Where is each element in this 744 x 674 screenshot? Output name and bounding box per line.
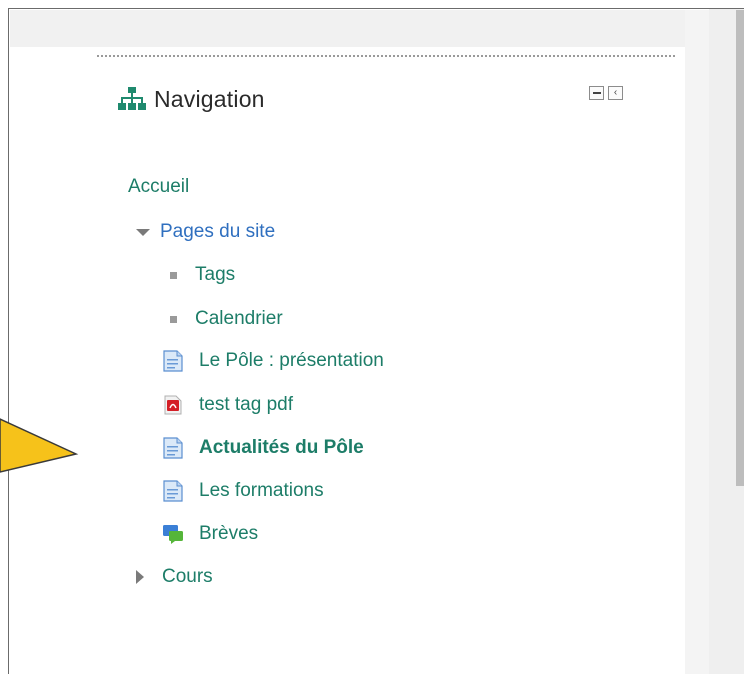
nav-item-label: test tag pdf	[199, 394, 294, 415]
nav-item-les-formations[interactable]: Les formations	[162, 480, 324, 502]
nav-item-label: Tags	[195, 264, 236, 285]
nav-item-pole-presentation[interactable]: Le Pôle : présentation	[162, 350, 384, 372]
right-gutter	[685, 10, 709, 674]
nav-item-label: Brèves	[199, 523, 259, 544]
nav-item-label: Actualités du Pôle	[199, 437, 364, 458]
collapse-block-button[interactable]	[589, 86, 604, 100]
nav-item-site-pages[interactable]: Pages du site	[136, 221, 275, 243]
page-icon	[163, 480, 183, 502]
nav-item-label: Pages du site	[160, 221, 276, 242]
nav-item-home[interactable]: Accueil	[128, 176, 189, 198]
page-icon	[163, 350, 183, 372]
pdf-icon	[164, 395, 182, 415]
top-band	[10, 10, 685, 47]
minus-icon	[592, 92, 601, 94]
nav-item-label: Les formations	[199, 480, 324, 501]
forum-icon	[163, 525, 183, 544]
bullet-icon	[170, 315, 177, 323]
nav-item-label: Le Pôle : présentation	[199, 350, 384, 371]
nav-item-actualites-active[interactable]: Actualités du Pôle	[162, 437, 364, 459]
bullet-icon	[170, 271, 177, 279]
collapsed-triangle-icon[interactable]	[136, 570, 144, 584]
callout-arrow	[0, 418, 79, 473]
nav-item-courses[interactable]: Cours	[136, 566, 213, 588]
block-title: Navigation	[154, 85, 265, 112]
page-icon	[163, 437, 183, 459]
dock-block-button[interactable]: ‹	[608, 86, 623, 100]
block-divider	[97, 55, 675, 57]
nav-item-label: Cours	[162, 566, 213, 587]
block-controls: ‹	[589, 86, 623, 100]
chevron-left-icon: ‹	[613, 87, 618, 98]
scrollbar-thumb[interactable]	[736, 10, 744, 486]
navigation-block-header: Navigation	[118, 81, 265, 117]
sitemap-icon	[118, 87, 146, 110]
nav-item-label: Accueil	[128, 176, 190, 197]
nav-item-calendar[interactable]: Calendrier	[170, 308, 283, 330]
nav-item-test-tag-pdf[interactable]: test tag pdf	[162, 394, 293, 416]
nav-item-label: Calendrier	[195, 308, 283, 329]
nav-item-breves[interactable]: Brèves	[162, 523, 258, 545]
nav-item-tags[interactable]: Tags	[170, 264, 235, 286]
expanded-triangle-icon[interactable]	[136, 228, 150, 236]
